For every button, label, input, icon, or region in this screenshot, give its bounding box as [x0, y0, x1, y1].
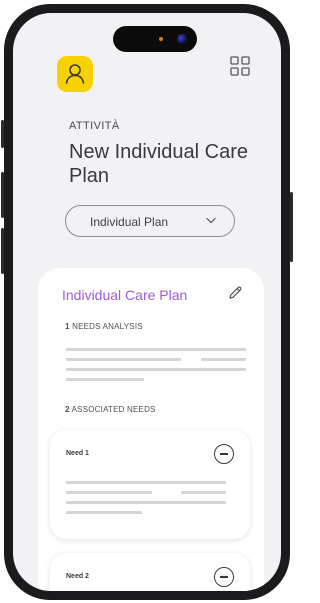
placeholder-line — [201, 358, 246, 361]
placeholder-line — [66, 481, 226, 484]
placeholder-line — [66, 501, 226, 504]
action-button — [1, 120, 4, 148]
power-button — [290, 192, 293, 262]
edit-button[interactable] — [227, 285, 243, 306]
section-title: ASSOCIATED NEEDS — [71, 405, 156, 414]
placeholder-line — [66, 358, 181, 361]
volume-down-button — [1, 228, 4, 274]
camera-lens — [177, 34, 187, 44]
need-label: Need 1 — [66, 450, 89, 457]
grid-icon — [230, 56, 250, 76]
dynamic-island — [113, 26, 197, 52]
remove-need-button[interactable] — [214, 444, 234, 464]
remove-need-button[interactable] — [214, 567, 234, 587]
user-avatar-button[interactable] — [57, 56, 93, 92]
section-title: NEEDS ANALYSIS — [72, 322, 143, 331]
placeholder-line — [66, 511, 142, 514]
phone-screen: ATTIVITÀ New Individual Care Plan Indivi… — [13, 13, 281, 591]
user-icon — [65, 64, 85, 84]
plan-type-dropdown[interactable]: Individual Plan — [65, 205, 235, 237]
placeholder-line — [66, 348, 246, 351]
volume-up-button — [1, 172, 4, 218]
care-plan-card-title: Individual Care Plan — [62, 287, 188, 303]
minus-circle-icon — [220, 453, 228, 455]
placeholder-line — [66, 378, 144, 381]
chevron-down-icon — [206, 217, 216, 224]
page-title: New Individual Care Plan — [69, 141, 248, 187]
section-needs-analysis: 1 NEEDS ANALYSIS — [65, 322, 143, 331]
section-number: 1 — [65, 322, 70, 331]
need-label: Need 2 — [66, 573, 89, 580]
section-associated-needs: 2 ASSOCIATED NEEDS — [65, 405, 156, 414]
grid-menu-button[interactable] — [230, 56, 250, 76]
placeholder-line — [181, 491, 226, 494]
minus-circle-icon — [220, 576, 228, 578]
indicator-light — [159, 37, 163, 41]
pencil-icon — [229, 286, 242, 299]
plan-type-selected: Individual Plan — [90, 215, 169, 229]
category-label: ATTIVITÀ — [69, 120, 120, 132]
placeholder-line — [66, 368, 246, 371]
section-number: 2 — [65, 405, 70, 414]
placeholder-line — [66, 491, 152, 494]
